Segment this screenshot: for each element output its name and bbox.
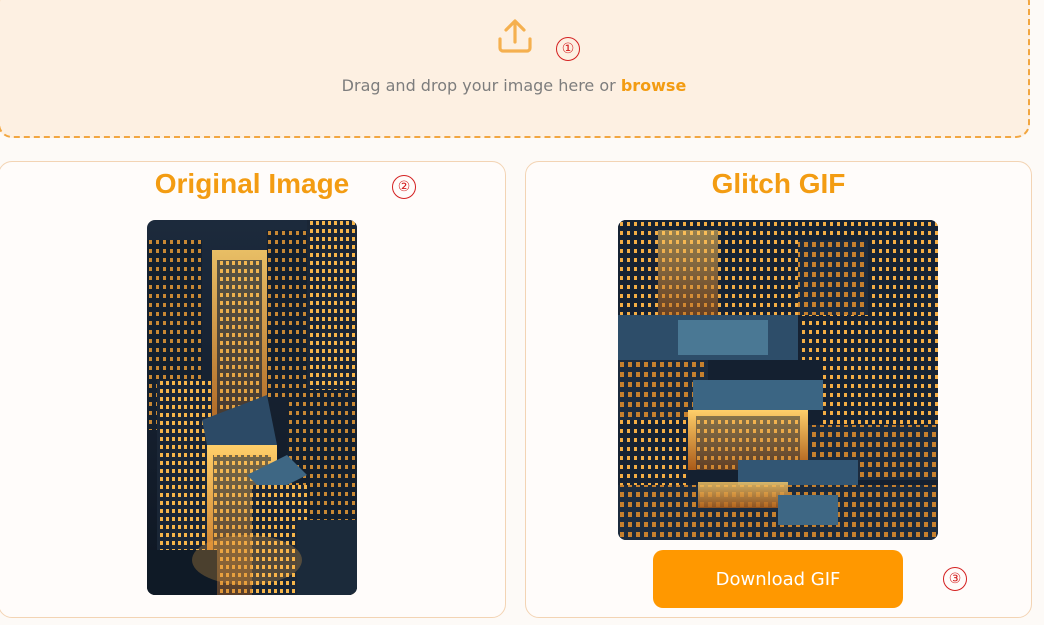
download-gif-button[interactable]: Download GIF xyxy=(653,550,903,608)
original-image-preview xyxy=(147,220,357,595)
drop-instructions: Drag and drop your image here or browse xyxy=(0,76,1028,95)
original-image-panel: Original Image ② xyxy=(0,161,506,618)
glitch-gif-title: Glitch GIF xyxy=(711,168,846,199)
upload-dropzone[interactable]: ① Drag and drop your image here or brows… xyxy=(0,0,1030,138)
glitch-gif-preview xyxy=(618,220,938,540)
original-image-title: Original Image xyxy=(154,168,350,199)
annotation-marker-1: ① xyxy=(556,37,580,61)
annotation-marker-2: ② xyxy=(392,175,416,199)
browse-link[interactable]: browse xyxy=(621,76,687,95)
upload-icon[interactable] xyxy=(496,17,534,55)
glitch-gif-panel: Glitch GIF Download GIF ③ xyxy=(525,161,1032,618)
drop-text-label: Drag and drop your image here or xyxy=(341,76,616,95)
annotation-marker-3: ③ xyxy=(943,567,967,591)
